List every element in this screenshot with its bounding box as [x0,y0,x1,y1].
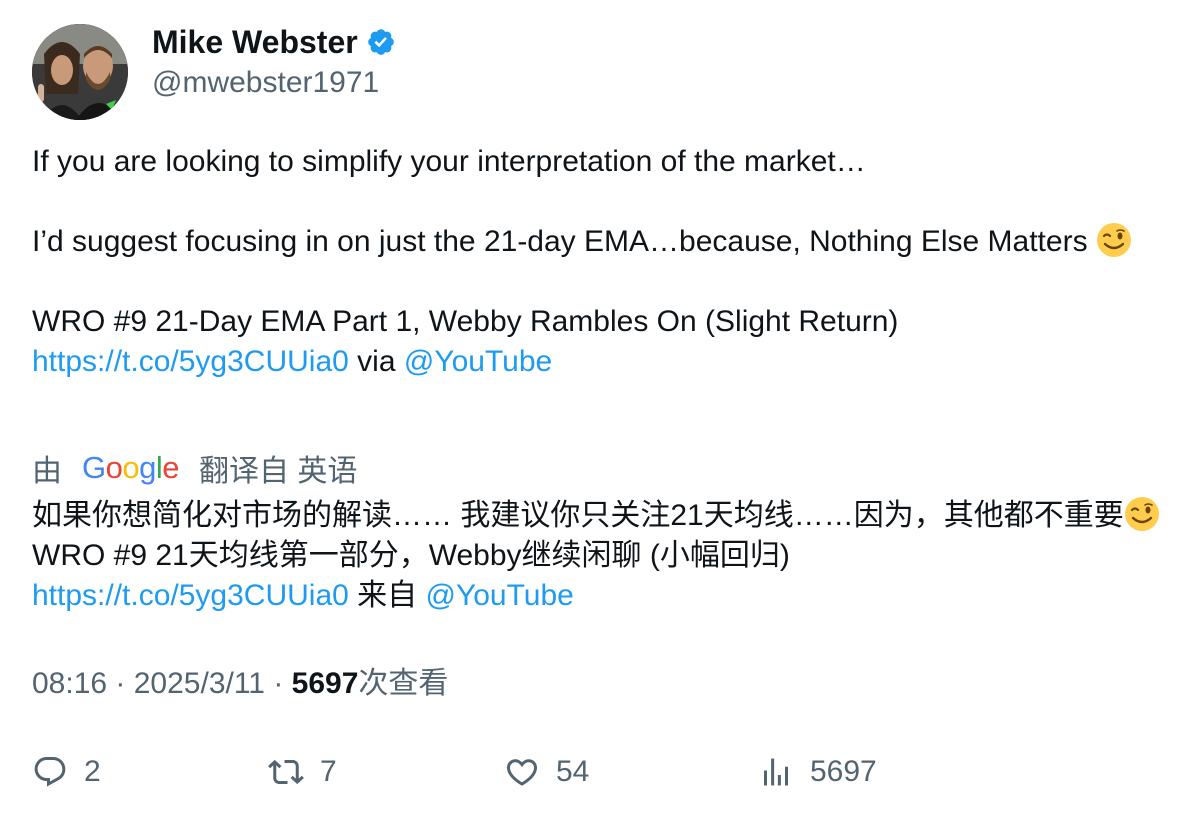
avatar[interactable] [32,24,128,120]
translated-text-part2: WRO #9 21天均线第一部分，Webby继续闲聊 (小幅回归) [32,539,790,572]
tweet-line-1: If you are looking to simplify your inte… [32,145,866,178]
views-button[interactable]: 5697 [758,748,877,796]
tweet-text: If you are looking to simplify your inte… [32,142,1172,382]
winking-face-emoji [1096,222,1132,258]
translated-text-part1: 如果你想简化对市场的解读…… 我建议你只关注21天均线……因为，其他都不重要 [32,499,1124,532]
tweet-line-4: https://t.co/5yg3CUUia0 via @YouTube [32,342,1172,382]
tweet-line-2-text: I’d suggest focusing in on just the 21-d… [32,225,1088,258]
youtube-mention[interactable]: @YouTube [404,345,552,378]
via-text: via [357,345,396,378]
display-name[interactable]: Mike Webster [152,22,358,62]
retweet-button[interactable]: 7 [268,748,337,796]
translated-youtube-mention[interactable]: @YouTube [426,579,574,612]
verified-badge-icon[interactable] [366,27,396,57]
like-button[interactable]: 54 [504,748,589,796]
handle[interactable]: @mwebster1971 [152,64,396,102]
heart-icon [506,759,538,786]
reply-icon [34,757,66,787]
google-letter-o1: o [105,450,123,485]
reply-button[interactable]: 2 [32,748,101,796]
name-row: Mike Webster [152,20,396,64]
analytics-icon [764,758,788,786]
tweet-line-3: WRO #9 21-Day EMA Part 1, Webby Rambles … [32,305,899,338]
winking-face-emoji [1124,496,1160,532]
retweet-count: 7 [320,755,337,788]
google-letter-g: G [82,450,106,485]
google-letter-o2: o [122,450,140,485]
translated-link[interactable]: https://t.co/5yg3CUUia0 [32,579,349,612]
views-action-count: 5697 [810,755,877,788]
translation-prefix: 由 [32,455,62,488]
action-bar: 2 7 54 5697 [32,748,1172,796]
tweet-time[interactable]: 08:16 [32,667,107,700]
meta-separator: · [265,667,292,700]
like-count: 54 [556,755,590,788]
google-letter-g2: g [139,450,156,485]
tweet-date[interactable]: 2025/3/11 [134,667,265,700]
tweet-meta: 08:16 · 2025/3/11 · 5697次查看 [32,664,448,704]
translated-text: 如果你想简化对市场的解读…… 我建议你只关注21天均线……因为，其他都不重要 W… [32,496,1172,616]
google-letter-e: e [162,450,180,485]
tweet-line-2: I’d suggest focusing in on just the 21-d… [32,222,1172,262]
translation-attribution[interactable]: 由 Google 翻译自 英语 [32,446,357,490]
from-text: 来自 [357,579,418,612]
views-count: 5697 [291,667,359,700]
views-label: 次查看 [358,667,449,700]
author-block: Mike Webster @mwebster1971 [152,20,396,102]
meta-separator: · [107,667,134,700]
reply-count: 2 [84,755,101,788]
tweet-card: Mike Webster @mwebster1971 If you are lo… [0,0,1196,818]
translation-label: 翻译自 英语 [199,455,358,488]
tweet-link[interactable]: https://t.co/5yg3CUUia0 [32,345,349,378]
retweet-icon [268,759,304,785]
google-logo: Google [82,450,180,486]
